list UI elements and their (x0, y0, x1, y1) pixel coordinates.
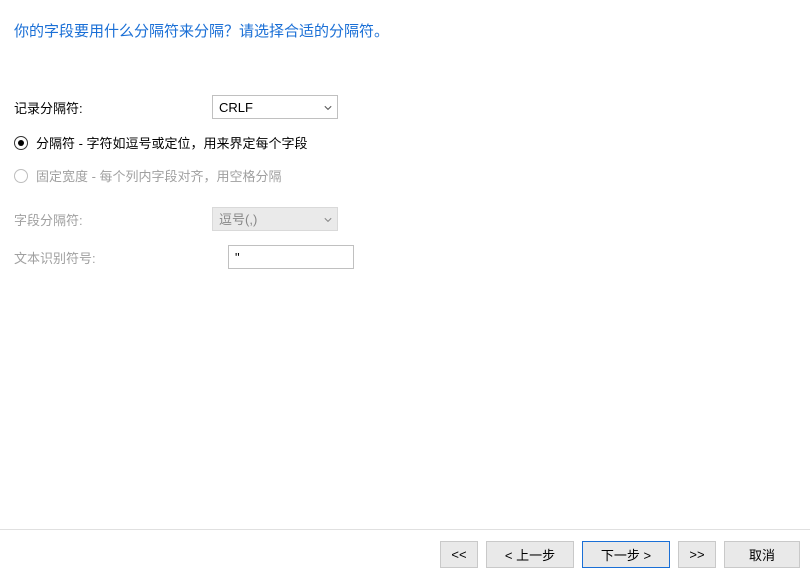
radio-fixed-width-label: 固定宽度 - 每个列内字段对齐，用空格分隔 (36, 166, 282, 185)
record-separator-select[interactable]: CRLF (212, 95, 338, 119)
field-separator-row: 字段分隔符: 逗号(,) (14, 207, 796, 231)
wizard-footer: << < 上一步 下一步 > >> 取消 (0, 529, 810, 578)
radio-delimiter-label: 分隔符 - 字符如逗号或定位，用来界定每个字段 (36, 133, 308, 152)
radio-delimiter-button[interactable] (14, 136, 28, 150)
cancel-button[interactable]: 取消 (724, 541, 800, 568)
first-button[interactable]: << (440, 541, 478, 568)
format-radio-group: 分隔符 - 字符如逗号或定位，用来界定每个字段 固定宽度 - 每个列内字段对齐，… (14, 133, 796, 185)
record-separator-label: 记录分隔符: (14, 98, 212, 117)
next-button[interactable]: 下一步 > (582, 541, 670, 568)
text-qualifier-label: 文本识别符号: (14, 248, 228, 267)
page-title: 你的字段要用什么分隔符来分隔？请选择合适的分隔符。 (14, 20, 796, 41)
text-qualifier-row: 文本识别符号: (14, 245, 796, 269)
radio-delimiter[interactable]: 分隔符 - 字符如逗号或定位，用来界定每个字段 (14, 133, 796, 152)
radio-fixed-width: 固定宽度 - 每个列内字段对齐，用空格分隔 (14, 166, 796, 185)
radio-fixed-width-button (14, 169, 28, 183)
prev-button[interactable]: < 上一步 (486, 541, 574, 568)
last-button[interactable]: >> (678, 541, 716, 568)
text-qualifier-input[interactable] (228, 245, 354, 269)
field-separator-select: 逗号(,) (212, 207, 338, 231)
record-separator-row: 记录分隔符: CRLF (14, 95, 796, 119)
field-separator-label: 字段分隔符: (14, 210, 212, 229)
